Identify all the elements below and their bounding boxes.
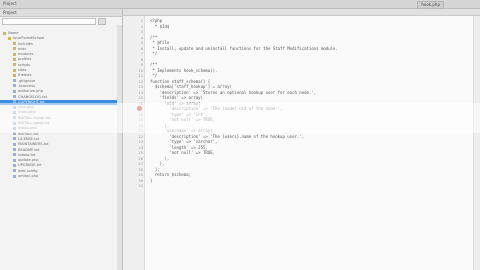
line-number: 31 — [138, 183, 143, 188]
tree-item-label: cron.php — [18, 105, 34, 110]
project-sidebar: Project Name localForestSchool includes mis… — [0, 9, 123, 270]
tree-item-label: scripts — [18, 62, 30, 67]
file-icon — [13, 121, 16, 125]
file-icon — [13, 174, 16, 178]
file-icon — [13, 148, 16, 152]
file-icon — [13, 158, 16, 162]
tree-item-label: update.php — [18, 158, 39, 163]
folder-icon — [13, 73, 16, 77]
file-icon — [13, 132, 16, 136]
file-icon — [13, 163, 16, 167]
tree-item-label: web.config — [18, 168, 38, 173]
code-editor[interactable]: 1234567891011121314151617181920212223242… — [123, 9, 480, 270]
file-icon — [13, 116, 16, 120]
file-icon — [13, 142, 16, 146]
folder-icon — [13, 42, 16, 46]
window-controls — [450, 1, 478, 35]
tree-item-label: .htaccess — [18, 83, 35, 88]
tree-item-label: xmlrpc.php — [18, 174, 39, 179]
tree-item-label: MAINTAINERS.txt — [18, 142, 49, 147]
tree-item-label: sites — [18, 68, 27, 73]
tree-item-label: README.txt — [18, 147, 40, 152]
tree-item-label: COPYRIGHT.txt — [18, 99, 45, 104]
file-icon — [13, 84, 16, 88]
file-icon — [13, 100, 16, 104]
editor-scrollbar[interactable] — [473, 16, 480, 270]
file-icon — [13, 110, 16, 114]
folder-icon — [8, 36, 11, 40]
tree-item-label: authorize.php — [18, 89, 43, 94]
tree-item-label: themes — [18, 73, 32, 78]
folder-icon — [3, 31, 6, 35]
folder-icon — [13, 68, 16, 72]
tree-item-label: INSTALL.txt — [18, 131, 39, 136]
window-title: Project — [3, 1, 17, 6]
folder-icon — [13, 47, 16, 51]
tree-item-label: robots.txt — [18, 152, 36, 157]
tree-item-label: install.php — [18, 126, 37, 131]
project-tree: Name localForestSchool includes misc modules… — [0, 31, 122, 179]
tree-item-label: misc — [18, 46, 27, 51]
file-icon — [13, 126, 16, 130]
tree-item-label: INSTALL.mysql.txt — [18, 115, 51, 120]
folder-icon — [13, 52, 16, 56]
code-line[interactable]: * $Id$ — [150, 24, 169, 30]
sidebar-scrollbar[interactable] — [117, 25, 122, 270]
file-tab-button[interactable]: hook.php — [417, 1, 444, 9]
file-icon — [13, 105, 16, 109]
tree-item-label: .gitignore — [18, 78, 36, 83]
tree-item-label: LICENSE.txt — [18, 136, 40, 141]
tree-item-label: localForestSchool — [13, 36, 45, 41]
file-icon — [13, 153, 16, 157]
editor-tabs — [123, 9, 480, 16]
code-line[interactable]: return $schema; — [150, 172, 191, 178]
tree-item-label: INSTALL.pgsql.txt — [18, 121, 50, 126]
code-line[interactable]: * Implements hook_schema(). — [150, 68, 217, 74]
tree-item[interactable]: xmlrpc.php — [0, 174, 122, 179]
code-line[interactable]: } — [150, 178, 152, 184]
tree-item-label: index.php — [18, 110, 36, 115]
tree-item-label: CHANGELOG.txt — [18, 94, 47, 99]
tree-item-label: Name — [8, 31, 19, 35]
line-number-gutter: 1234567891011121314151617181920212223242… — [123, 16, 145, 270]
file-icon — [13, 169, 16, 173]
filter-button[interactable] — [98, 18, 106, 25]
tree-item-label: UPGRADE.txt — [18, 163, 42, 168]
folder-icon — [13, 57, 16, 61]
title-bar: Project hook.php — [0, 0, 480, 35]
file-icon — [13, 95, 16, 99]
filter-input[interactable] — [2, 18, 96, 25]
code-line[interactable]: * Install, update and uninstall function… — [150, 46, 337, 52]
tree-item-label: profiles — [18, 57, 32, 62]
tree-item-label: includes — [18, 41, 33, 46]
file-icon — [13, 137, 16, 141]
tree-item-label: modules — [18, 52, 34, 57]
sidebar-panel-title: Project — [0, 9, 122, 17]
file-icon — [13, 89, 16, 93]
folder-icon — [13, 63, 16, 67]
code-line[interactable]: */ — [150, 51, 157, 57]
file-icon — [13, 79, 16, 83]
